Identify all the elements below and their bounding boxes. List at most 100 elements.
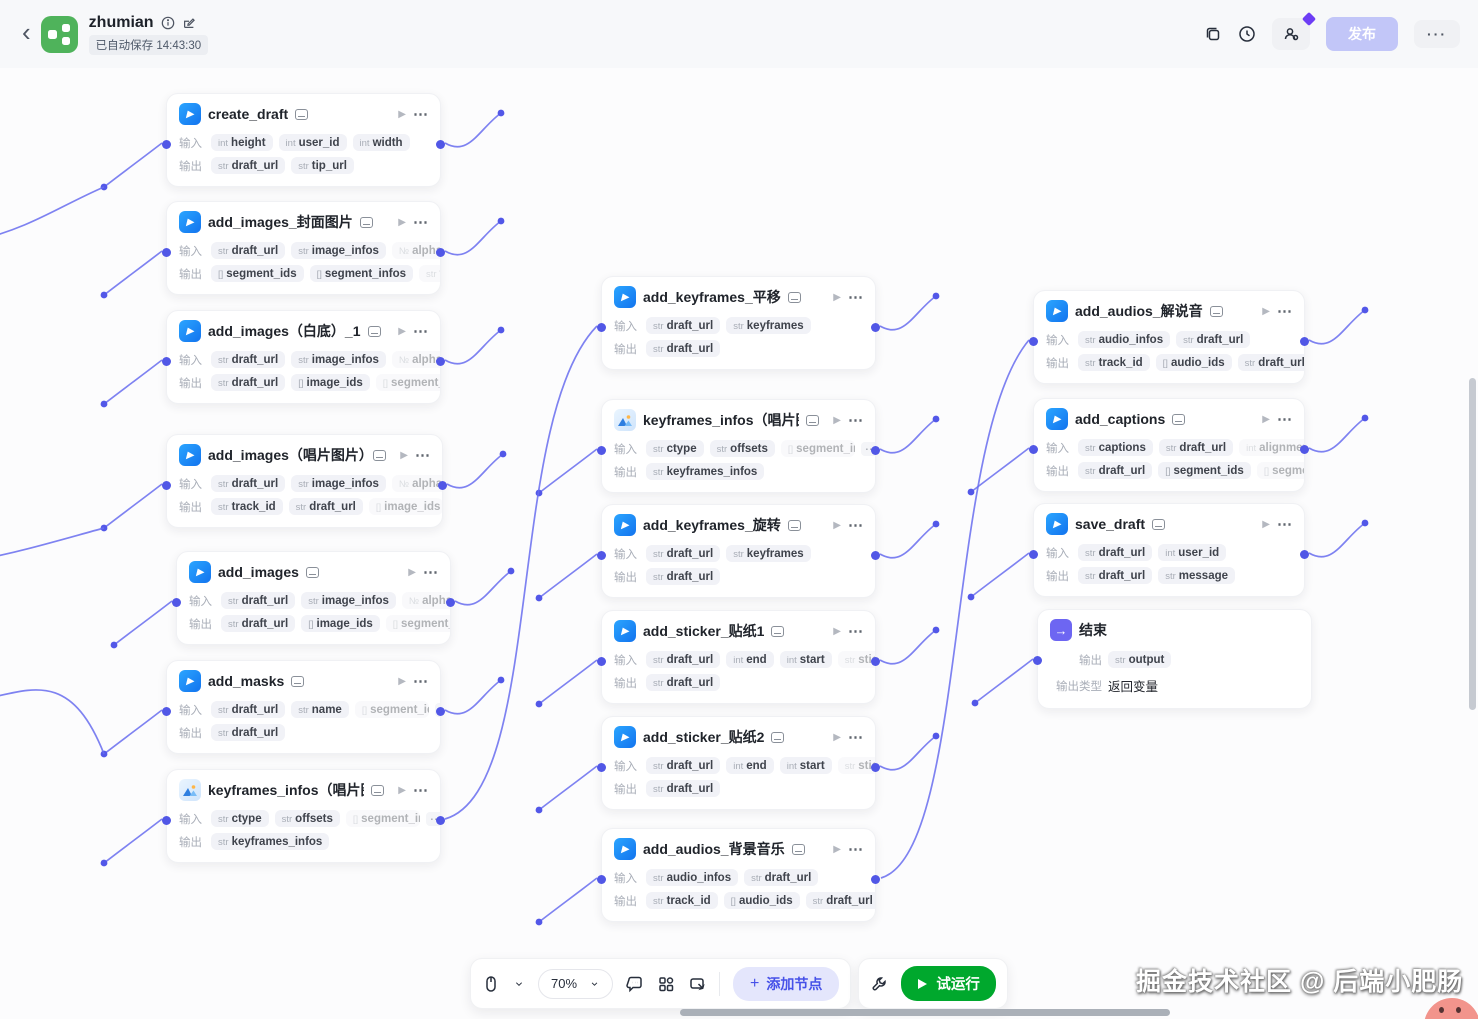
node-run-icon[interactable]: ▶ (398, 676, 406, 687)
node-more-icon[interactable]: ⋯ (415, 448, 430, 463)
output-port[interactable] (436, 816, 445, 825)
node-run-icon[interactable]: ▶ (833, 520, 841, 531)
node-run-icon[interactable]: ▶ (1262, 414, 1270, 425)
node-add_masks[interactable]: ▶ add_masks ▶ ⋯ 输入 str draft_url str name [] segme… (162, 660, 445, 754)
output-port[interactable] (446, 598, 455, 607)
node-add_captions[interactable]: ▶ add_captions ▶ ⋯ 输入 str captions str draft_url… (1029, 398, 1309, 492)
node-add_images_changpian[interactable]: ▶ add_images（唱片图片） ▶ ⋯ 输入 str draft_url str imag… (162, 434, 447, 528)
node-more-icon[interactable]: ⋯ (413, 107, 428, 122)
output-port[interactable] (1300, 337, 1309, 346)
node-run-icon[interactable]: ▶ (833, 732, 841, 743)
node-add_keyframes_pingyi[interactable]: ▶ add_keyframes_平移 ▶ ⋯ 输入 str draft_url str keyf… (597, 276, 880, 370)
output-port[interactable] (871, 875, 880, 884)
zoom-select[interactable]: 70% (538, 968, 614, 999)
output-port[interactable] (436, 357, 445, 366)
node-more-icon[interactable]: ⋯ (848, 624, 863, 639)
horizontal-scrollbar[interactable] (680, 1009, 1170, 1016)
output-port[interactable] (438, 481, 447, 490)
input-port[interactable] (597, 875, 606, 884)
node-more-icon[interactable]: ⋯ (413, 215, 428, 230)
input-port[interactable] (1029, 550, 1038, 559)
node-create_draft[interactable]: ▶ create_draft ▶ ⋯ 输入 int height int user_id int w… (162, 93, 445, 187)
collaborate-button[interactable] (1272, 11, 1317, 50)
output-port[interactable] (871, 446, 880, 455)
node-run-icon[interactable]: ▶ (398, 109, 406, 120)
node-end[interactable]: → 结束 输出 str output 输出类型 返回变量 (1033, 609, 1312, 709)
back-button[interactable]: ‹ (22, 19, 31, 45)
input-port[interactable] (1033, 656, 1042, 665)
output-port[interactable] (1300, 550, 1309, 559)
node-more-icon[interactable]: ⋯ (848, 730, 863, 745)
node-add_images_fengmian[interactable]: ▶ add_images_封面图片 ▶ ⋯ 输入 str draft_url str image… (162, 201, 445, 295)
input-port[interactable] (162, 816, 171, 825)
node-add_sticker_tiezhi2[interactable]: ▶ add_sticker_贴纸2 ▶ ⋯ 输入 str draft_url int end in… (597, 716, 880, 810)
node-add_images_baidi_1[interactable]: ▶ add_images（白底）_1 ▶ ⋯ 输入 str draft_url str imag… (162, 310, 445, 404)
output-port[interactable] (871, 551, 880, 560)
input-port[interactable] (1029, 445, 1038, 454)
node-more-icon[interactable]: ⋯ (1277, 412, 1292, 427)
test-run-button[interactable]: 试运行 (901, 966, 996, 1001)
node-run-icon[interactable]: ▶ (398, 326, 406, 337)
layout-icon[interactable] (657, 975, 675, 993)
node-more-icon[interactable]: ⋯ (413, 324, 428, 339)
workflow-canvas[interactable]: ▶ create_draft ▶ ⋯ 输入 int height int user_id int w… (0, 0, 1478, 1019)
node-run-icon[interactable]: ▶ (1262, 306, 1270, 317)
node-run-icon[interactable]: ▶ (833, 415, 841, 426)
node-run-icon[interactable]: ▶ (833, 626, 841, 637)
publish-button[interactable]: 发布 (1326, 17, 1398, 51)
node-run-icon[interactable]: ▶ (398, 217, 406, 228)
edit-icon[interactable] (182, 16, 196, 30)
duplicate-icon[interactable] (1204, 25, 1222, 43)
input-port[interactable] (162, 707, 171, 716)
input-port[interactable] (162, 248, 171, 257)
node-add_audios_jieshuo[interactable]: ▶ add_audios_解说音 ▶ ⋯ 输入 str audio_infos str draf… (1029, 290, 1309, 384)
node-run-icon[interactable]: ▶ (400, 450, 408, 461)
node-more-icon[interactable]: ⋯ (848, 842, 863, 857)
input-port[interactable] (162, 481, 171, 490)
node-keyframes_infos_1[interactable]: keyframes_infos（唱片图片… ▶ ⋯ 输入 strctype stroffs… (162, 769, 445, 863)
mouse-mode-chevron-icon[interactable] (513, 975, 525, 993)
select-box-icon[interactable] (688, 975, 706, 993)
node-run-icon[interactable]: ▶ (1262, 519, 1270, 530)
output-port[interactable] (436, 707, 445, 716)
output-port[interactable] (871, 323, 880, 332)
node-more-icon[interactable]: ⋯ (413, 783, 428, 798)
node-more-icon[interactable]: ⋯ (1277, 304, 1292, 319)
wrench-icon[interactable] (870, 975, 888, 993)
input-port[interactable] (597, 446, 606, 455)
input-port[interactable] (597, 763, 606, 772)
output-port[interactable] (436, 248, 445, 257)
input-port[interactable] (1029, 337, 1038, 346)
output-port[interactable] (1300, 445, 1309, 454)
input-port[interactable] (597, 551, 606, 560)
input-port[interactable] (162, 140, 171, 149)
history-icon[interactable] (1238, 25, 1256, 43)
node-more-icon[interactable]: ⋯ (413, 674, 428, 689)
more-button[interactable]: ··· (1414, 20, 1460, 48)
node-run-icon[interactable]: ▶ (833, 844, 841, 855)
info-icon[interactable] (161, 16, 175, 30)
mouse-mode-icon[interactable] (482, 975, 500, 993)
node-add_keyframes_xuanzhuan[interactable]: ▶ add_keyframes_旋转 ▶ ⋯ 输入 str draft_url str keyf… (597, 504, 880, 598)
add-node-button[interactable]: + 添加节点 (733, 966, 840, 1001)
node-add_audios_beijing[interactable]: ▶ add_audios_背景音乐 ▶ ⋯ 输入 str audio_infos str dra… (597, 828, 880, 922)
node-run-icon[interactable]: ▶ (398, 785, 406, 796)
input-port[interactable] (597, 657, 606, 666)
node-run-icon[interactable]: ▶ (408, 567, 416, 578)
node-add_images[interactable]: ▶ add_images ▶ ⋯ 输入 str draft_url str image_info… (172, 551, 455, 645)
input-port[interactable] (597, 323, 606, 332)
node-save_draft[interactable]: ▶ save_draft ▶ ⋯ 输入 str draft_url int user_id 输出 s… (1029, 503, 1309, 597)
output-port[interactable] (871, 763, 880, 772)
comment-icon[interactable] (626, 975, 644, 993)
node-keyframes_infos_2[interactable]: keyframes_infos（唱片图片… ▶ ⋯ 输入 strctype stroffs… (597, 399, 880, 493)
input-port[interactable] (162, 357, 171, 366)
output-port[interactable] (871, 657, 880, 666)
node-add_sticker_tiezhi1[interactable]: ▶ add_sticker_贴纸1 ▶ ⋯ 输入 str draft_url int end in… (597, 610, 880, 704)
node-more-icon[interactable]: ⋯ (848, 413, 863, 428)
input-port[interactable] (172, 598, 181, 607)
vertical-scrollbar[interactable] (1469, 378, 1476, 710)
node-more-icon[interactable]: ⋯ (423, 565, 438, 580)
output-port[interactable] (436, 140, 445, 149)
node-more-icon[interactable]: ⋯ (848, 518, 863, 533)
node-run-icon[interactable]: ▶ (833, 292, 841, 303)
